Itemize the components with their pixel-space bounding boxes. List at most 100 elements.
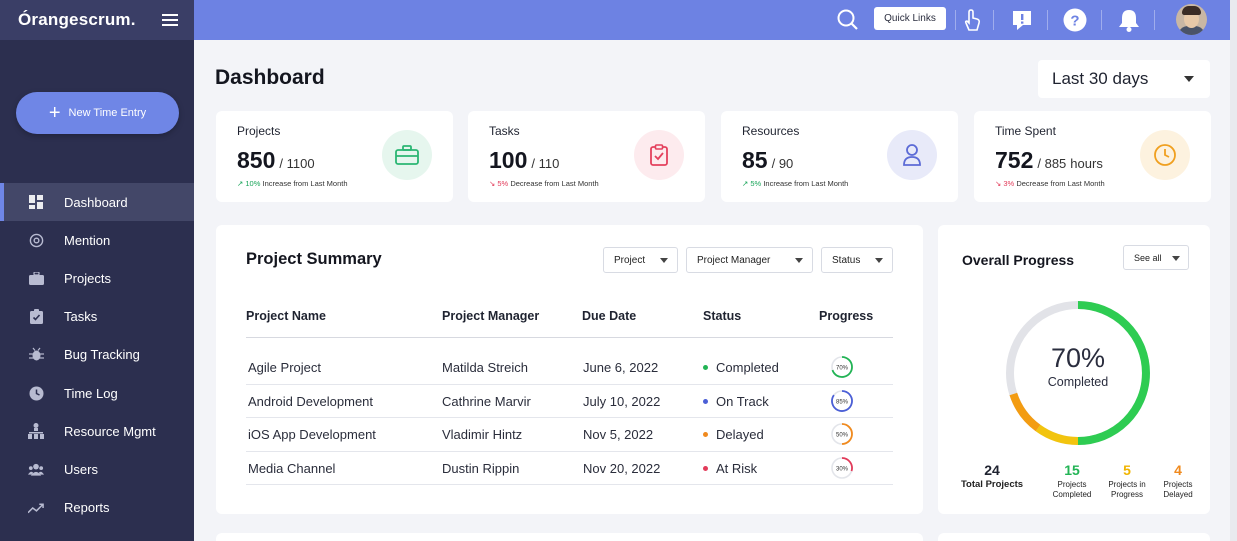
clipboard-check-icon <box>634 130 684 180</box>
sidebar-item-label: Time Log <box>64 385 118 401</box>
sidebar-item-dashboard[interactable]: Dashboard <box>0 183 194 222</box>
project-name[interactable]: Android Development <box>248 394 438 409</box>
scrollbar-track[interactable] <box>1230 0 1237 541</box>
status-cell: Delayed <box>703 427 764 442</box>
overall-progress-card: Overall Progress See all 70% Completed 2… <box>938 225 1210 514</box>
status-dot <box>703 398 708 404</box>
caret-down-icon <box>795 258 803 263</box>
sidebar-item-users[interactable]: Users <box>0 450 194 488</box>
date-range-value: Last 30 days <box>1052 69 1149 88</box>
donut-center: 70% Completed <box>1000 343 1156 389</box>
project-summary-card: Project Summary Project Project Manager … <box>216 225 923 514</box>
avatar[interactable] <box>1176 4 1207 35</box>
stat-card-resources: Resources 85/ 90 ↗ 5% Increase from Last… <box>721 111 958 202</box>
clipboard-icon <box>28 309 44 325</box>
stat-label: Tasks <box>489 124 520 138</box>
sidebar-item-label: Tasks <box>64 309 98 325</box>
stat-value: 100/ 110 <box>489 147 560 173</box>
metric-total-projects: 24 Total Projects <box>960 462 1024 490</box>
column-header[interactable]: Status <box>703 309 741 323</box>
due-date: Nov 20, 2022 <box>583 460 661 476</box>
donut-segment <box>1009 392 1041 432</box>
stat-value: 850/ 1100 <box>237 147 315 173</box>
svg-text:?: ? <box>1070 13 1079 30</box>
due-date: Nov 5, 2022 <box>583 427 654 442</box>
person-icon <box>887 130 937 180</box>
sidebar: Órangescrum. + New Time Entry Dashboard … <box>0 0 194 541</box>
new-time-entry-button[interactable]: + New Time Entry <box>16 92 179 134</box>
page-title: Dashboard <box>215 66 325 89</box>
progress-ring-label: 30% <box>836 466 849 472</box>
stat-trend: ↘ 3% Decrease from Last Month <box>995 179 1105 188</box>
clock-icon <box>28 385 44 401</box>
project-name[interactable]: iOS App Development <box>248 427 438 442</box>
table-row[interactable]: Media Channel Dustin Rippin Nov 20, 2022… <box>246 452 893 485</box>
column-header[interactable]: Due Date <box>582 309 636 323</box>
project-name[interactable]: Media Channel <box>248 461 438 476</box>
sidebar-item-bug-tracking[interactable]: Bug Tracking <box>0 336 194 374</box>
bug-icon <box>28 347 44 363</box>
stat-label: Time Spent <box>995 124 1056 138</box>
pointer-hand-icon[interactable] <box>960 8 984 32</box>
sidebar-item-label: Resource Mgmt <box>64 423 156 439</box>
divider <box>246 337 893 338</box>
menu-icon[interactable] <box>162 14 178 26</box>
clock-icon <box>1140 130 1190 180</box>
column-header[interactable]: Progress <box>819 309 873 323</box>
bell-icon[interactable] <box>1117 8 1141 32</box>
divider <box>1154 10 1155 30</box>
caret-down-icon <box>660 258 668 263</box>
column-header[interactable]: Project Manager <box>442 309 539 323</box>
stat-trend: ↘ 5% Decrease from Last Month <box>489 179 599 188</box>
project-manager: Cathrine Marvir <box>442 393 531 409</box>
plus-icon: + <box>48 102 61 124</box>
project-manager: Dustin Rippin <box>442 460 520 476</box>
at-icon <box>28 232 44 248</box>
project-filter[interactable]: Project <box>603 247 678 273</box>
stat-trend: ↗ 10% Increase from Last Month <box>237 179 348 188</box>
stat-card-tasks: Tasks 100/ 110 ↘ 5% Decrease from Last M… <box>468 111 705 202</box>
sidebar-item-resource-mgmt[interactable]: Resource Mgmt <box>0 412 194 450</box>
sidebar-item-mention[interactable]: Mention <box>0 221 194 259</box>
status-filter[interactable]: Status <box>821 247 893 273</box>
briefcase-icon <box>28 270 44 286</box>
status-dot <box>703 432 708 438</box>
see-all-select[interactable]: See all <box>1123 245 1189 270</box>
project-manager-filter[interactable]: Project Manager <box>686 247 813 273</box>
sidebar-item-label: Mention <box>64 232 111 248</box>
stat-label: Projects <box>237 124 281 138</box>
column-header[interactable]: Project Name <box>246 309 326 323</box>
table-row[interactable]: Android Development Cathrine Marvir July… <box>246 385 893 418</box>
due-date: July 10, 2022 <box>583 393 661 409</box>
divider <box>1101 10 1102 30</box>
stat-value: 752/ 885 hours <box>995 147 1103 173</box>
next-card-edge <box>938 533 1210 541</box>
progress-ring: 30% <box>831 456 853 479</box>
due-date: June 6, 2022 <box>583 360 659 375</box>
metric-completed: 15 Projects Completed <box>1052 462 1092 499</box>
table-row[interactable]: Agile Project Matilda Streich June 6, 20… <box>246 351 893 385</box>
sidebar-item-time-log[interactable]: Time Log <box>0 374 194 412</box>
table-row[interactable]: iOS App Development Vladimir Hintz Nov 5… <box>246 418 893 452</box>
divider <box>993 10 994 30</box>
trend-icon <box>28 500 44 516</box>
project-name[interactable]: Agile Project <box>248 360 438 375</box>
date-range-select[interactable]: Last 30 days <box>1038 60 1210 98</box>
sidebar-item-projects[interactable]: Projects <box>0 259 194 297</box>
quick-links-button[interactable]: Quick Links <box>874 7 946 30</box>
brand-logo[interactable]: Órangescrum. <box>18 10 136 30</box>
progress-ring: 85% <box>831 389 853 412</box>
sidebar-nav: Dashboard Mention Projects Tasks Bug Tra… <box>0 183 194 527</box>
feedback-icon[interactable] <box>1010 8 1034 32</box>
hierarchy-icon <box>28 423 44 440</box>
metric-delayed: 4 Projects Delayed <box>1163 462 1193 499</box>
help-icon[interactable]: ? <box>1063 8 1087 32</box>
sidebar-item-reports[interactable]: Reports <box>0 489 194 527</box>
section-title: Overall Progress <box>962 252 1075 268</box>
stat-card-time-spent: Time Spent 752/ 885 hours ↘ 3% Decrease f… <box>974 111 1211 202</box>
sidebar-item-tasks[interactable]: Tasks <box>0 298 194 336</box>
sidebar-item-label: Projects <box>64 270 111 286</box>
stat-label: Resources <box>742 124 800 138</box>
search-icon[interactable] <box>836 8 860 32</box>
progress-ring: 70% <box>831 356 853 378</box>
